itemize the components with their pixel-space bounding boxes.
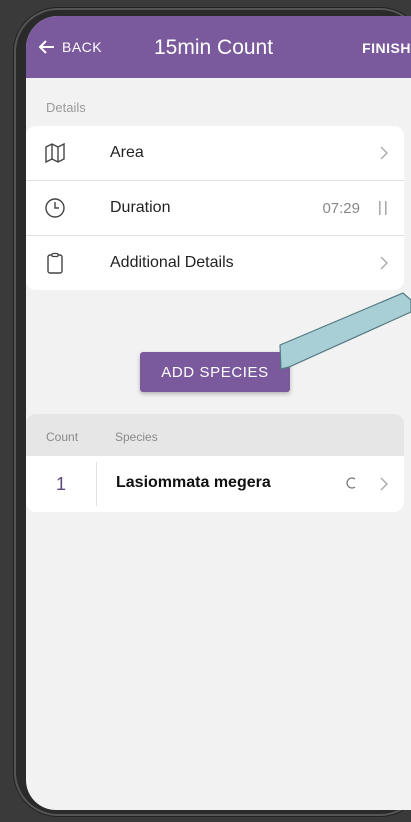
area-label: Area	[110, 144, 144, 161]
species-column-header: Species	[115, 430, 158, 444]
species-list-row[interactable]: 1 Lasiommata megera	[26, 456, 404, 512]
back-label: BACK	[62, 39, 103, 55]
chevron-right-icon	[380, 146, 388, 160]
additional-details-row[interactable]: Additional Details	[26, 236, 404, 290]
clock-icon	[45, 198, 65, 218]
finish-button[interactable]: FINISH	[362, 40, 411, 56]
details-card: Area Duration 07:29 Additional Details	[26, 126, 404, 290]
details-section-label: Details	[46, 100, 86, 115]
app-screen: BACK 15min Count FINISH Details Area Dur…	[26, 16, 411, 810]
species-count[interactable]: 1	[56, 474, 66, 495]
species-name: Lasiommata megera	[116, 474, 271, 491]
area-row[interactable]: Area	[26, 126, 404, 180]
duration-value: 07:29	[322, 199, 360, 217]
chevron-right-icon	[380, 477, 388, 491]
divider	[96, 462, 97, 506]
pause-icon[interactable]	[378, 200, 388, 216]
duration-label: Duration	[110, 199, 171, 216]
back-button[interactable]: BACK	[38, 38, 102, 56]
loading-spinner-icon	[346, 477, 356, 489]
species-list-header: Count Species	[26, 414, 404, 456]
clipboard-icon	[47, 252, 63, 274]
chevron-right-icon	[380, 256, 388, 270]
add-species-button[interactable]: ADD SPECIES	[140, 352, 290, 392]
arrow-left-icon	[38, 40, 54, 54]
duration-row[interactable]: Duration 07:29	[26, 181, 404, 235]
app-header: BACK 15min Count FINISH	[26, 16, 411, 78]
map-icon	[45, 142, 65, 164]
additional-details-label: Additional Details	[110, 254, 234, 271]
count-column-header: Count	[46, 430, 79, 444]
page-title: 15min Count	[154, 36, 274, 59]
